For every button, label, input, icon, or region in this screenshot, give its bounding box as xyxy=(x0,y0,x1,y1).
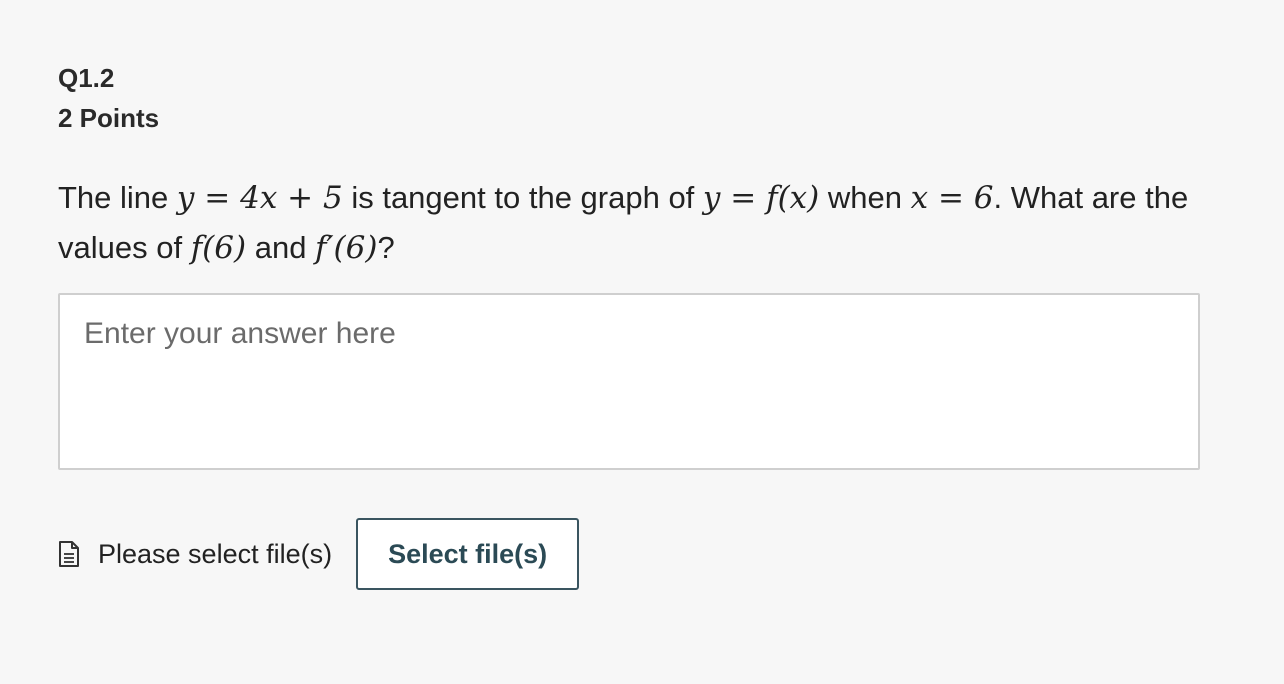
prompt-math-f-of-6: f(6) xyxy=(190,230,247,266)
answer-box xyxy=(58,293,1200,470)
file-upload-row: Please select file(s) Select file(s) xyxy=(58,518,1202,590)
question-card: Q1.2 2 Points The line y = 4x + 5 is tan… xyxy=(58,58,1202,590)
question-prompt: The line y = 4x + 5 is tangent to the gr… xyxy=(58,173,1202,273)
prompt-text: is tangent to the graph of xyxy=(342,180,703,215)
prompt-text: ? xyxy=(377,230,395,265)
answer-input[interactable] xyxy=(60,295,1198,468)
prompt-math-line-equation: y = 4x + 5 xyxy=(176,180,343,216)
prompt-math-x-value: x = 6 xyxy=(910,180,994,216)
select-files-button[interactable]: Select file(s) xyxy=(356,518,580,590)
question-id: Q1.2 xyxy=(58,63,115,93)
prompt-math-f-prime-of-6: f′(6) xyxy=(315,230,378,266)
prompt-text: when xyxy=(819,180,911,215)
file-status-label: Please select file(s) xyxy=(98,538,333,569)
question-points: 2 Points xyxy=(58,103,160,133)
prompt-math-function: y = f(x) xyxy=(702,180,820,216)
file-icon xyxy=(58,541,80,567)
prompt-text: and xyxy=(246,230,316,265)
prompt-text: The line xyxy=(58,180,177,215)
